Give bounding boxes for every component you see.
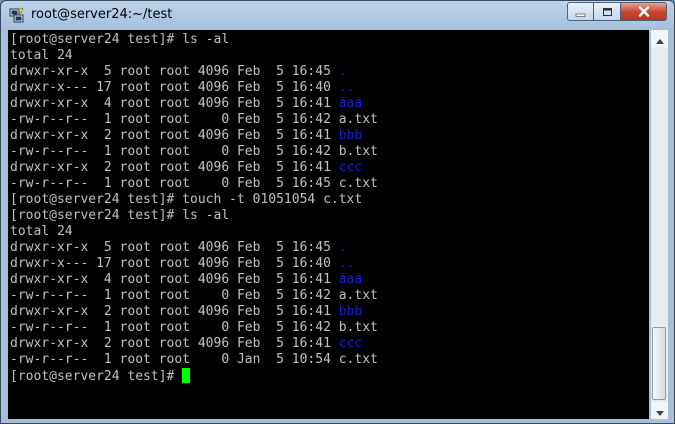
maximize-icon (602, 2, 613, 21)
putty-window: root@server24:~/test [root@server24 test… (0, 0, 675, 424)
scrollbar-thumb[interactable] (652, 327, 666, 400)
terminal-text: drwxr-x--- 17 root root 4096 Feb 5 16:40 (10, 256, 339, 271)
terminal-text: drwxr-xr-x 5 root root 4096 Feb 5 16:45 (10, 240, 339, 255)
terminal-line: drwxr-xr-x 5 root root 4096 Feb 5 16:45 … (10, 64, 347, 80)
terminal-line: drwxr-xr-x 2 root root 4096 Feb 5 16:41 … (10, 304, 362, 320)
terminal-text: drwxr-x--- 17 root root 4096 Feb 5 16:40 (10, 80, 339, 95)
maximize-button[interactable] (594, 2, 621, 21)
terminal-line: -rw-r--r-- 1 root root 0 Feb 5 16:45 c.t… (10, 176, 378, 192)
scroll-down-button[interactable] (651, 402, 668, 419)
terminal-line: [root@server24 test]# ls -al (10, 208, 229, 224)
terminal-text: total 24 (10, 48, 73, 63)
directory-name: ccc (338, 336, 363, 351)
minimize-button[interactable] (567, 2, 594, 21)
terminal-text: drwxr-xr-x 5 root root 4096 Feb 5 16:45 (10, 64, 339, 79)
putty-icon[interactable] (9, 7, 25, 23)
terminal-line: drwxr-xr-x 5 root root 4096 Feb 5 16:45 … (10, 240, 347, 256)
terminal-line: drwxr-xr-x 2 root root 4096 Feb 5 16:41 … (10, 336, 362, 352)
directory-name: ccc (338, 160, 363, 175)
terminal-text: -rw-r--r-- 1 root root 0 Feb 5 16:42 a.t… (10, 288, 378, 303)
terminal-text: -rw-r--r-- 1 root root 0 Feb 5 16:42 b.t… (10, 320, 378, 335)
terminal-line: total 24 (10, 48, 73, 64)
terminal-text: -rw-r--r-- 1 root root 0 Feb 5 16:42 b.t… (10, 144, 378, 159)
title-bar[interactable]: root@server24:~/test (1, 1, 674, 29)
window-title: root@server24:~/test (31, 7, 173, 22)
terminal-text: drwxr-xr-x 4 root root 4096 Feb 5 16:41 (10, 272, 339, 287)
terminal-text: [root@server24 test]# (10, 369, 183, 384)
terminal-line: -rw-r--r-- 1 root root 0 Feb 5 16:42 a.t… (10, 288, 378, 304)
terminal-text: drwxr-xr-x 2 root root 4096 Feb 5 16:41 (10, 304, 339, 319)
terminal-text: [root@server24 test]# ls -al (10, 32, 230, 47)
terminal-line: total 24 (10, 224, 73, 240)
directory-name: . (338, 64, 347, 79)
directory-name: bbb (338, 304, 363, 319)
directory-name: aaa (338, 272, 363, 287)
terminal-text: drwxr-xr-x 4 root root 4096 Feb 5 16:41 (10, 96, 339, 111)
terminal-cursor (182, 368, 191, 383)
terminal-line: [root@server24 test]# touch -t 01051054 … (10, 192, 362, 208)
terminal-text: [root@server24 test]# touch -t 01051054 … (10, 192, 363, 207)
directory-name: . (338, 240, 347, 255)
scroll-up-button[interactable] (651, 30, 668, 47)
terminal-text: [root@server24 test]# ls -al (10, 208, 230, 223)
terminal-text: total 24 (10, 224, 73, 239)
terminal-line: drwxr-x--- 17 root root 4096 Feb 5 16:40… (10, 256, 354, 272)
terminal-text: drwxr-xr-x 2 root root 4096 Feb 5 16:41 (10, 160, 339, 175)
arrow-up-icon (655, 29, 664, 48)
terminal-line: drwxr-xr-x 4 root root 4096 Feb 5 16:41 … (10, 272, 362, 288)
terminal-text: drwxr-xr-x 2 root root 4096 Feb 5 16:41 (10, 336, 339, 351)
directory-name: .. (338, 80, 355, 95)
terminal-line: -rw-r--r-- 1 root root 0 Jan 5 10:54 c.t… (10, 352, 378, 368)
terminal-line: drwxr-xr-x 2 root root 4096 Feb 5 16:41 … (10, 128, 362, 144)
terminal-line: -rw-r--r-- 1 root root 0 Feb 5 16:42 a.t… (10, 112, 378, 128)
directory-name: bbb (338, 128, 363, 143)
terminal-line: [root@server24 test]# (10, 368, 191, 384)
directory-name: .. (338, 256, 355, 271)
directory-name: aaa (338, 96, 363, 111)
terminal-text: -rw-r--r-- 1 root root 0 Feb 5 16:45 c.t… (10, 176, 378, 191)
terminal-text: -rw-r--r-- 1 root root 0 Jan 5 10:54 c.t… (10, 352, 378, 367)
terminal-line: drwxr-xr-x 4 root root 4096 Feb 5 16:41 … (10, 96, 362, 112)
arrow-down-icon (655, 401, 664, 420)
terminal-line: drwxr-xr-x 2 root root 4096 Feb 5 16:41 … (10, 160, 362, 176)
terminal-text: -rw-r--r-- 1 root root 0 Feb 5 16:42 a.t… (10, 112, 378, 127)
vertical-scrollbar[interactable] (651, 30, 668, 419)
terminal-line: -rw-r--r-- 1 root root 0 Feb 5 16:42 b.t… (10, 144, 378, 160)
terminal-line: drwxr-x--- 17 root root 4096 Feb 5 16:40… (10, 80, 354, 96)
close-icon (638, 2, 650, 21)
close-button[interactable] (621, 2, 667, 21)
minimize-icon (575, 2, 586, 21)
terminal-text: drwxr-xr-x 2 root root 4096 Feb 5 16:41 (10, 128, 339, 143)
terminal-line: -rw-r--r-- 1 root root 0 Feb 5 16:42 b.t… (10, 320, 378, 336)
terminal-screen[interactable]: [root@server24 test]# ls -al total 24 drwx… (8, 30, 649, 419)
terminal-line: [root@server24 test]# ls -al (10, 32, 229, 48)
